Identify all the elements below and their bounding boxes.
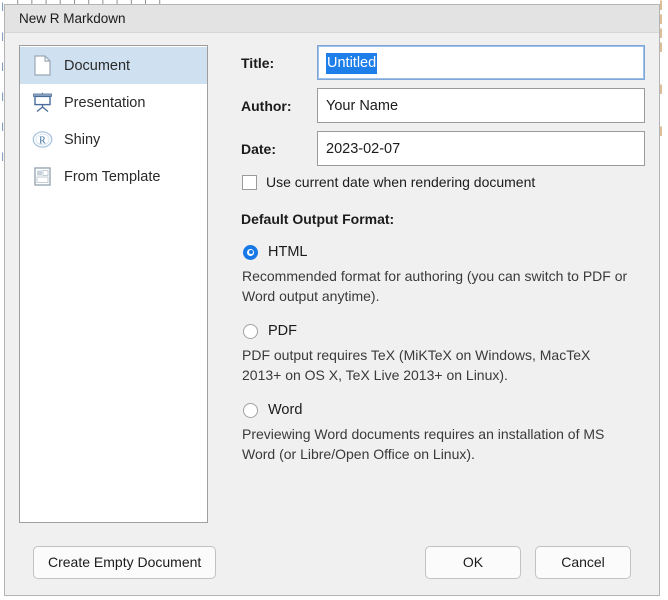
create-empty-document-button[interactable]: Create Empty Document bbox=[33, 545, 217, 579]
template-icon bbox=[31, 165, 53, 189]
date-label: Date: bbox=[241, 140, 277, 157]
title-selection-highlight: Untitled bbox=[326, 53, 378, 74]
presentation-icon bbox=[31, 91, 53, 115]
dialog-body: Document Presentation R Shiny From Templ… bbox=[5, 33, 659, 595]
title-input-wrap: Untitled bbox=[317, 45, 645, 80]
new-r-markdown-dialog: New R Markdown Document Presentation R S… bbox=[4, 4, 660, 596]
format-radio-row-pdf[interactable]: PDF bbox=[241, 323, 645, 339]
form-pane: Title: Untitled Author: Date: Use bbox=[208, 45, 645, 529]
radio-label-pdf: PDF bbox=[268, 323, 297, 339]
sidebar-item-from-template[interactable]: From Template bbox=[20, 158, 207, 195]
format-radio-row-html[interactable]: HTML bbox=[241, 244, 645, 260]
sidebar-item-document[interactable]: Document bbox=[20, 47, 207, 84]
dialog-titlebar[interactable]: New R Markdown bbox=[5, 5, 659, 33]
radio-html[interactable] bbox=[243, 244, 258, 260]
title-label: Title: bbox=[241, 54, 275, 71]
sidebar-item-shiny[interactable]: R Shiny bbox=[20, 121, 207, 158]
content-row: Document Presentation R Shiny From Templ… bbox=[19, 45, 645, 529]
author-field-row: Author: bbox=[241, 88, 645, 123]
sidebar-item-label: Shiny bbox=[64, 131, 101, 148]
dialog-footer: Create Empty Document OK Cancel bbox=[19, 529, 645, 595]
dialog-title: New R Markdown bbox=[19, 11, 126, 26]
cancel-button[interactable]: Cancel bbox=[535, 545, 631, 579]
shiny-r-logo-icon: R bbox=[31, 128, 53, 152]
use-current-date-checkbox[interactable] bbox=[242, 174, 257, 190]
author-label: Author: bbox=[241, 97, 292, 114]
radio-pdf[interactable] bbox=[243, 323, 258, 339]
title-field-row: Title: Untitled bbox=[241, 45, 645, 80]
format-option-word: Word Previewing Word documents requires … bbox=[241, 402, 645, 464]
output-format-heading: Default Output Format: bbox=[241, 211, 395, 227]
document-icon bbox=[31, 54, 53, 78]
sidebar-item-label: Document bbox=[64, 57, 131, 74]
format-option-pdf: PDF PDF output requires TeX (MiKTeX on W… bbox=[241, 323, 645, 385]
format-option-html: HTML Recommended format for authoring (y… bbox=[241, 244, 645, 306]
use-current-date-label: Use current date when rendering document bbox=[266, 174, 536, 190]
author-input[interactable] bbox=[317, 88, 645, 123]
document-type-list[interactable]: Document Presentation R Shiny From Templ… bbox=[19, 45, 208, 523]
format-description-pdf: PDF output requires TeX (MiKTeX on Windo… bbox=[242, 347, 591, 383]
sidebar-item-label: Presentation bbox=[64, 94, 146, 111]
format-description-html: Recommended format for authoring (you ca… bbox=[242, 268, 628, 304]
format-description-word: Previewing Word documents requires an in… bbox=[242, 426, 605, 462]
sidebar-item-label: From Template bbox=[64, 168, 161, 185]
ok-button[interactable]: OK bbox=[425, 545, 521, 579]
radio-label-word: Word bbox=[268, 402, 303, 418]
sidebar-item-presentation[interactable]: Presentation bbox=[20, 84, 207, 121]
date-input[interactable] bbox=[317, 131, 645, 166]
radio-word[interactable] bbox=[243, 402, 258, 418]
radio-label-html: HTML bbox=[268, 244, 308, 260]
format-radio-row-word[interactable]: Word bbox=[241, 402, 645, 418]
svg-text:R: R bbox=[39, 135, 46, 146]
use-current-date-row[interactable]: Use current date when rendering document bbox=[242, 174, 645, 190]
date-field-row: Date: bbox=[241, 131, 645, 166]
